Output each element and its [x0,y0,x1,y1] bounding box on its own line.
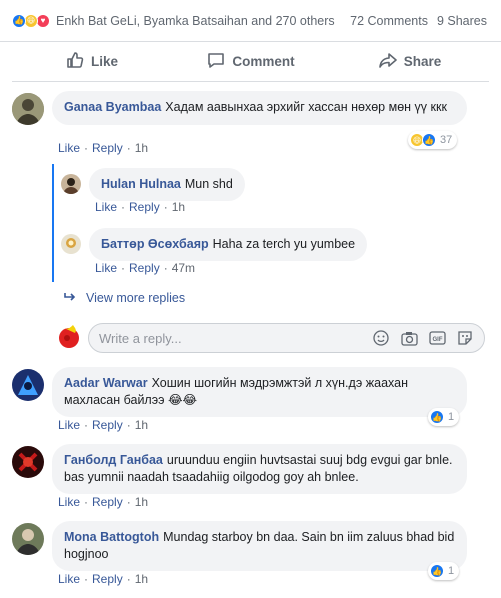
avatar[interactable] [61,234,81,254]
comment: Ганболд Ганбаа uruunduu engiin huvtsastai… [12,444,467,494]
reply: Hulan Hulnaa Mun shd [61,168,245,201]
comment-button-label: Comment [232,54,295,69]
view-more-replies-link[interactable]: View more replies [64,291,185,305]
current-user-avatar[interactable] [56,323,84,351]
svg-text:GIF: GIF [432,337,442,343]
reactors-names[interactable]: Enkh Bat GeLi, Byamka Batsaihan and 270 … [56,14,335,28]
avatar[interactable] [12,369,44,401]
reactions-summary-bar: 👍 😆 ♥ Enkh Bat GeLi, Byamka Batsaihan an… [0,0,501,42]
reply-text: Mun shd [184,177,233,191]
comment-reply-link[interactable]: Reply [92,572,123,586]
comment-like-link[interactable]: Like [58,418,80,432]
reply-arrow-icon [64,291,76,305]
reaction-count: 1 [448,411,455,423]
reply-author[interactable]: Hulan Hulnaa [101,177,181,191]
avatar[interactable] [12,523,44,555]
reaction-count-badge[interactable]: 😆 👍 37 [408,131,458,149]
reply-reply-link[interactable]: Reply [129,261,160,275]
sticker-icon[interactable] [456,329,474,347]
comment-meta: Like · Reply · 1h [58,572,149,586]
post-action-bar: Like Comment Share [12,42,489,82]
share-button-label: Share [403,54,442,69]
comment-reply-link[interactable]: Reply [92,141,123,155]
comment-bubble: Mona Battogtoh Mundag starboy bn daa. Sai… [52,521,467,571]
like-button[interactable]: Like [12,42,171,81]
comment-button[interactable]: Comment [171,42,330,81]
reply: Баттөр Өсөхбаяр Haha za terch yu yumbee [61,228,368,261]
comment-author[interactable]: Aadar Warwar [64,376,148,390]
comment-reply-link[interactable]: Reply [92,495,123,509]
comment-author[interactable]: Ganaa Byambaa [64,100,161,114]
camera-icon[interactable] [400,329,418,347]
reply-text: Haha za terch yu yumbee [212,237,356,251]
comment-bubble: Aadar Warwar Хошин шогийн мэдрэмжтэй л хү… [52,367,467,417]
emoji-icon[interactable] [372,329,390,347]
share-icon [378,50,398,73]
comment-author[interactable]: Ганболд Ганбаа [64,453,163,467]
comment-like-link[interactable]: Like [58,572,80,586]
comment: Ganaa Byambaa Хадам аавынхаа эрхийг хасса… [12,91,467,125]
comment-bubble: Ганболд Ганбаа uruunduu engiin huvtsastai… [52,444,467,494]
view-more-replies-label: View more replies [86,291,186,305]
comment-bubble: Ganaa Byambaa Хадам аавынхаа эрхийг хасса… [52,91,467,125]
comment: Aadar Warwar Хошин шогийн мэдрэмжтэй л хү… [12,367,467,417]
share-button[interactable]: Share [330,42,489,81]
reply-meta: Like · Reply · 47m [95,261,196,275]
comment: Mona Battogtoh Mundag starboy bn daa. Sai… [12,521,467,571]
haha-icon: 😆 [24,13,38,28]
comment-like-link[interactable]: Like [58,495,80,509]
comment-time[interactable]: 1h [135,495,148,509]
reply-input-placeholder: Write a reply... [99,330,182,346]
avatar[interactable] [12,446,44,478]
avatar[interactable] [12,93,44,125]
comment-time[interactable]: 1h [135,418,148,432]
reaction-count: 37 [440,134,453,146]
reply-thread-line [52,164,54,282]
like-icon: 👍 [430,564,444,578]
comment-meta: Like · Reply · 1h [58,495,149,509]
comment-text: Хадам аавынхаа эрхийг хассан нөхөр мөн ү… [165,100,447,114]
like-icon: 👍 [430,410,444,424]
like-icon: 👍 [12,13,26,28]
reply-reply-link[interactable]: Reply [129,200,160,214]
reaction-count-badge[interactable]: 👍 1 [428,408,460,426]
comment-meta: Like · Reply · 1h [58,418,149,432]
like-button-label: Like [90,54,118,69]
comment-meta: Like · Reply · 1h [58,141,149,155]
avatar[interactable] [61,174,81,194]
comment-icon [206,50,226,73]
reply-input[interactable]: Write a reply... GIF [88,323,485,353]
reply-like-link[interactable]: Like [95,200,117,214]
reply-bubble: Баттөр Өсөхбаяр Haha za terch yu yumbee [89,228,368,261]
comment-author[interactable]: Mona Battogtoh [64,530,159,544]
reply-time[interactable]: 1h [172,200,185,214]
gif-icon[interactable]: GIF [428,329,446,347]
shares-count[interactable]: 9 Shares [437,14,487,28]
comments-count[interactable]: 72 Comments [350,14,428,28]
reaction-count: 1 [448,565,455,577]
like-icon: 👍 [422,133,436,147]
reply-meta: Like · Reply · 1h [95,200,186,214]
reply-author[interactable]: Баттөр Өсөхбаяр [101,237,209,251]
reply-bubble: Hulan Hulnaa Mun shd [89,168,245,201]
reply-like-link[interactable]: Like [95,261,117,275]
comment-like-link[interactable]: Like [58,141,80,155]
comment-time[interactable]: 1h [135,141,148,155]
reply-time[interactable]: 47m [172,261,195,275]
thumbs-up-icon [65,50,85,73]
comment-reply-link[interactable]: Reply [92,418,123,432]
comment-time[interactable]: 1h [135,572,148,586]
love-icon: ♥ [36,13,50,28]
reaction-count-badge[interactable]: 👍 1 [428,562,460,580]
reaction-icons[interactable]: 👍 😆 ♥ [12,13,50,28]
